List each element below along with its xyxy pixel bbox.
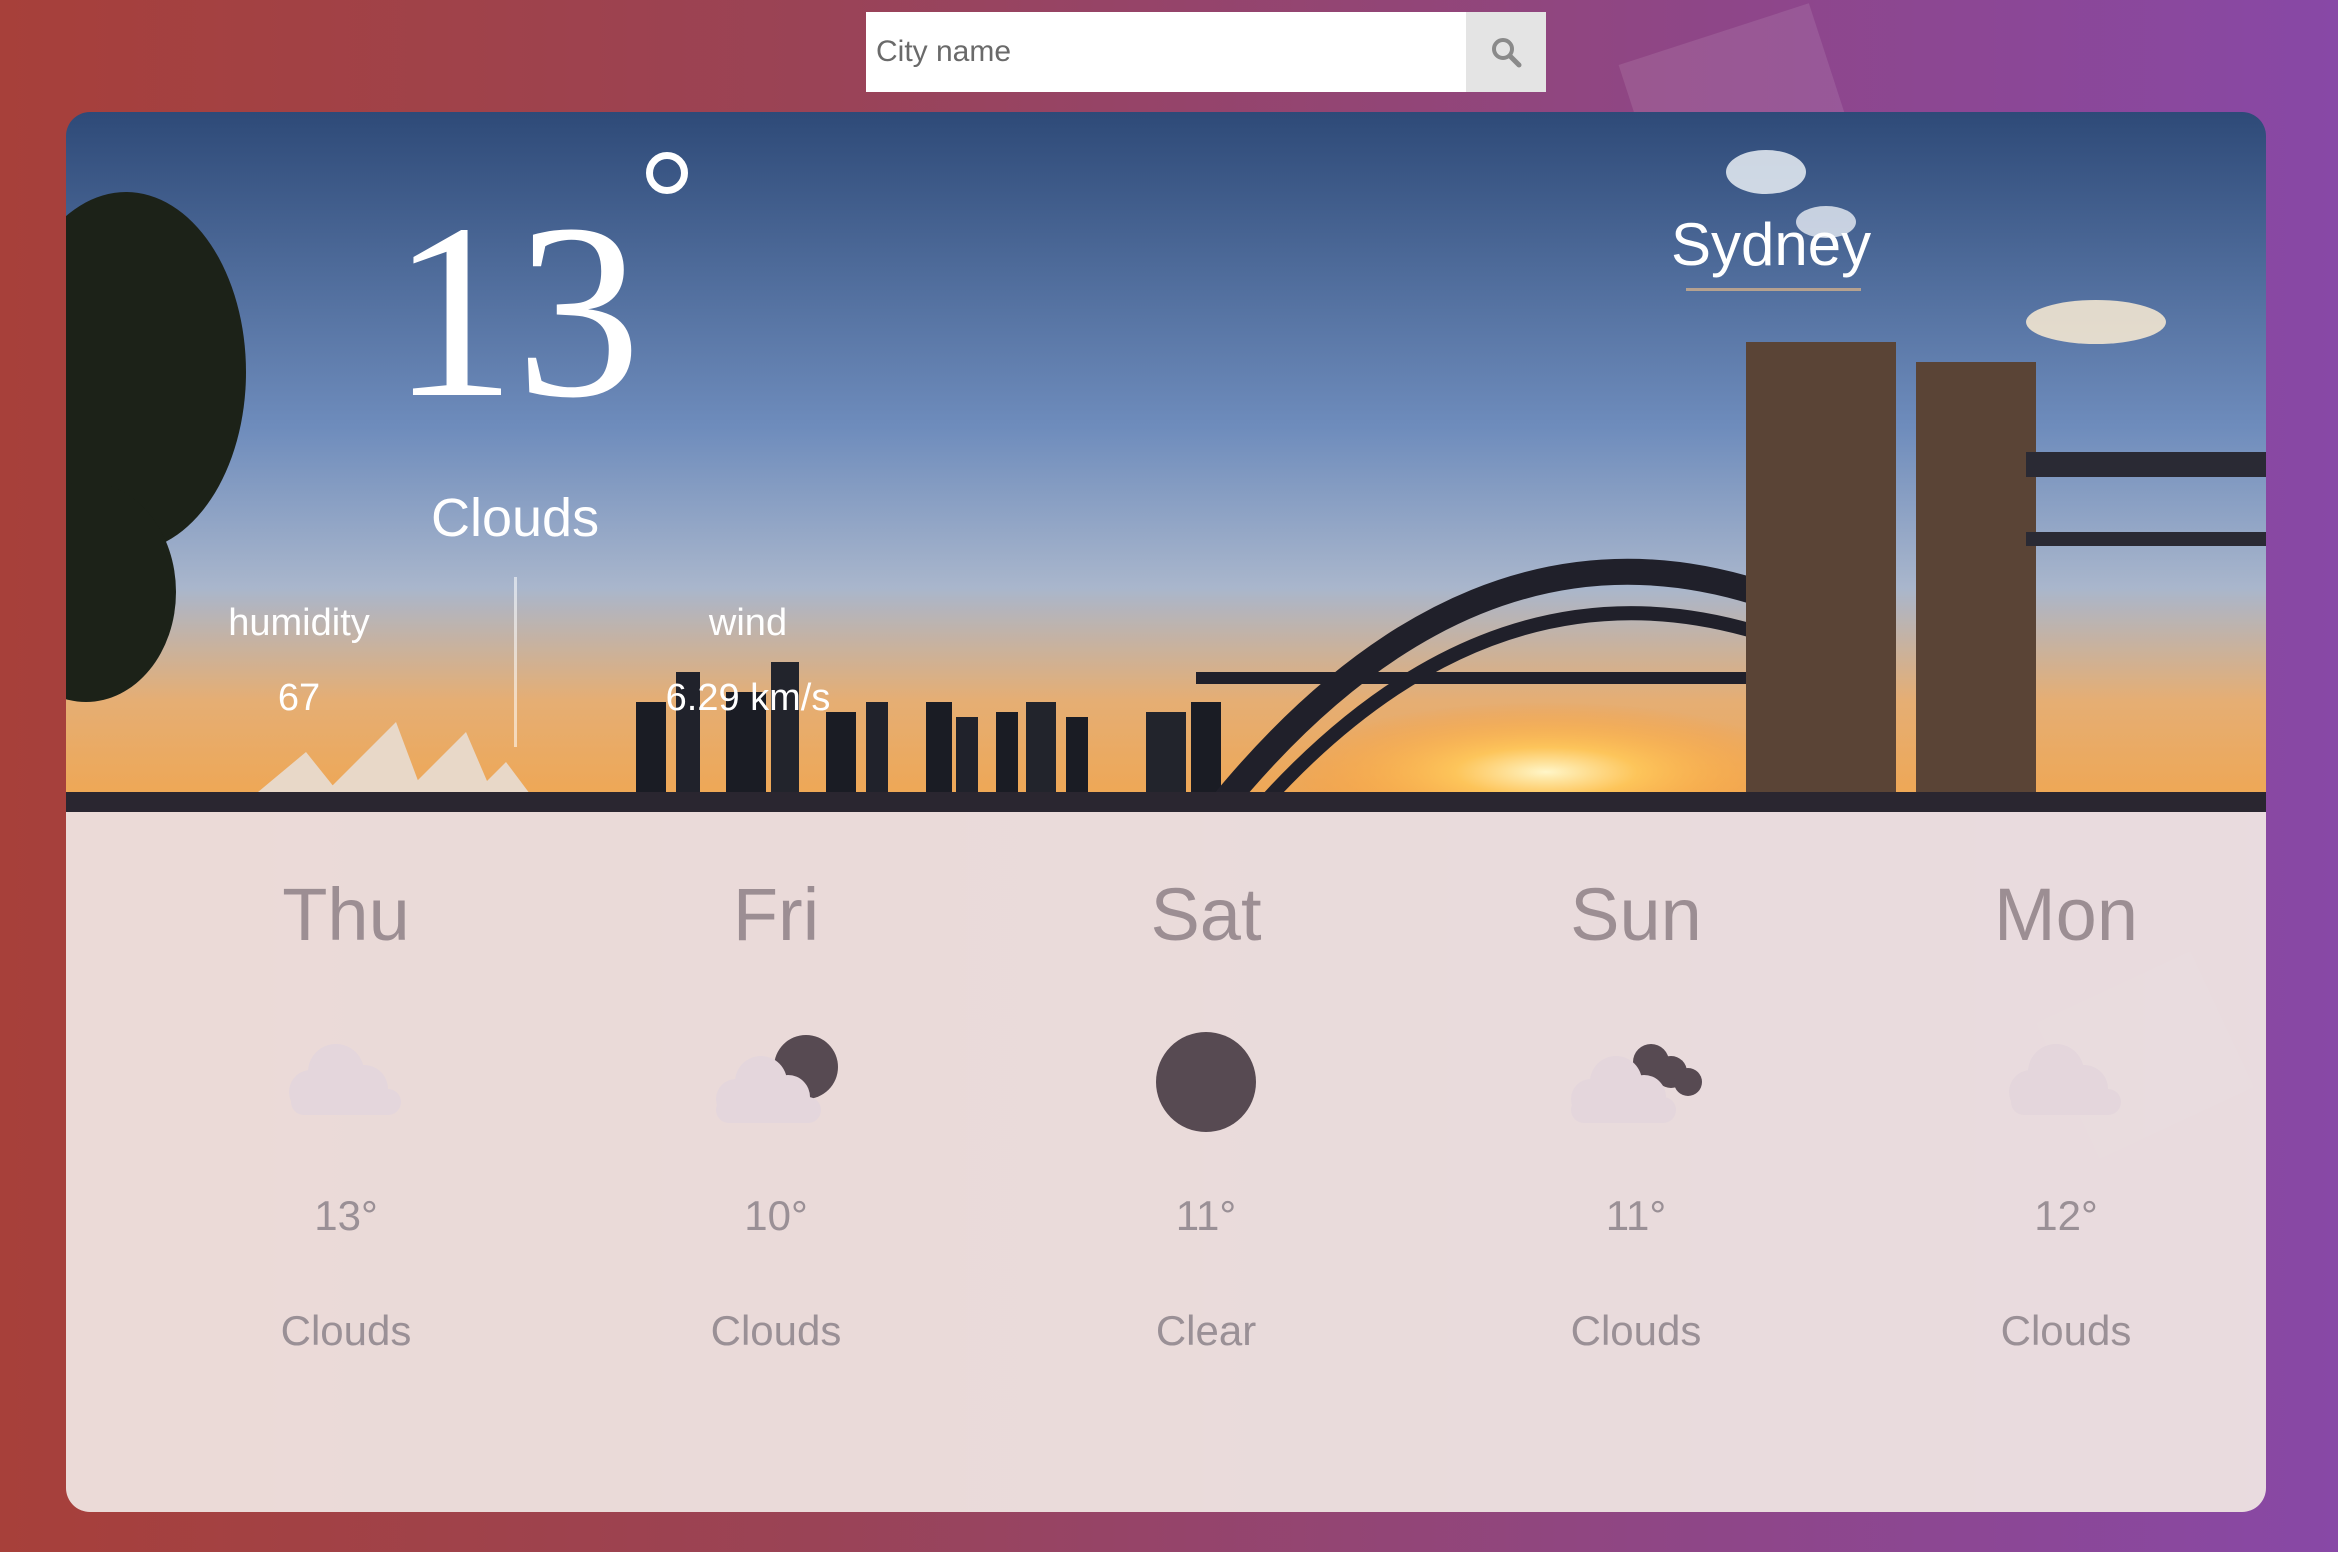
forecast-desc: Clouds [1570, 1307, 1702, 1354]
current-condition: Clouds [431, 488, 600, 548]
forecast-day-name: Thu [282, 873, 410, 956]
forecast-temp: 10° [744, 1192, 808, 1239]
humidity-label: humidity [228, 602, 370, 644]
city-name: Sydney [1671, 211, 1872, 278]
humidity-value: 67 [277, 677, 321, 719]
moon-icon [1156, 1032, 1256, 1132]
forecast-temp: 11° [1175, 1192, 1237, 1239]
current-weather-panel: 13 Clouds Sydney humidity 67 wind 6.29 k… [66, 112, 2266, 812]
forecast-day-name: Mon [1994, 873, 2138, 956]
wind-value: 6.29 km/s [665, 677, 831, 719]
forecast-temp: 11° [1605, 1192, 1667, 1239]
forecast-panel: Thu 13° Clouds Fri 10° Clouds Sat 11° Cl… [66, 812, 2266, 1512]
degree-symbol [646, 152, 688, 194]
wind-label: wind [708, 602, 788, 644]
search-button[interactable] [1466, 12, 1546, 92]
current-temperature: 13 [391, 173, 641, 450]
dark-clouds-icon [1571, 1044, 1702, 1123]
forecast-day-name: Fri [732, 873, 820, 956]
search-icon [1492, 38, 1522, 68]
forecast-desc: Clouds [710, 1307, 842, 1354]
forecast-day-name: Sat [1150, 873, 1262, 956]
city-underline [1686, 288, 1861, 291]
forecast-desc: Clouds [2000, 1307, 2132, 1354]
stats-divider [514, 577, 517, 747]
search-bar [866, 12, 1546, 92]
forecast-desc: Clear [1155, 1307, 1257, 1354]
weather-card: 13 Clouds Sydney humidity 67 wind 6.29 k… [66, 112, 2266, 1512]
forecast-temp: 12° [2034, 1192, 2098, 1239]
forecast-day-name: Sun [1570, 873, 1702, 956]
cloud-icon [2009, 1044, 2121, 1115]
forecast-temp: 13° [314, 1192, 378, 1239]
moon-cloud-icon [716, 1035, 838, 1123]
city-search-input[interactable] [866, 12, 1466, 92]
forecast-desc: Clouds [280, 1307, 412, 1354]
cloud-icon [289, 1044, 401, 1115]
